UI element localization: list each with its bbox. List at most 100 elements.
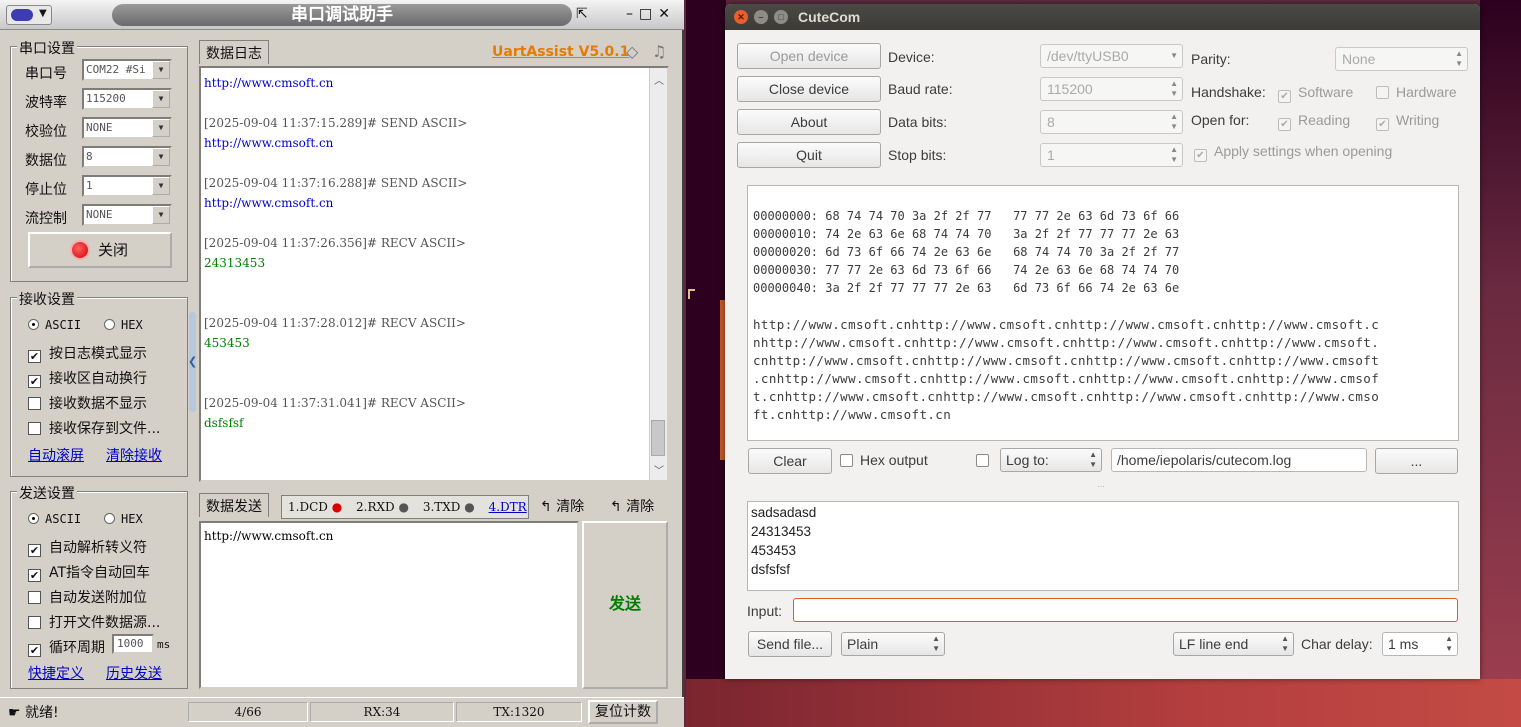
send-file-source-checkbox[interactable]: 打开文件数据源...	[28, 612, 160, 632]
dtr-toggle[interactable]: 4.DTR	[489, 500, 527, 514]
log-line: [2025-09-04 11:37:26.356]# RECV ASCII>	[204, 236, 466, 250]
flow-select[interactable]: NONE ▼	[82, 204, 172, 226]
loop-send-checkbox[interactable]: ✔ 循环周期	[28, 637, 105, 657]
history-area[interactable]: sadsadasd 24313453 453453 dsfsfsf	[747, 501, 1459, 591]
history-line[interactable]: sadsadasd	[751, 505, 816, 520]
send-append-checkbox[interactable]: 自动发送附加位	[28, 587, 147, 607]
recv-hide-data-checkbox[interactable]: 接收数据不显示	[28, 393, 147, 413]
tab-data-send[interactable]: 数据发送	[199, 493, 269, 517]
maximize-icon[interactable]: □	[639, 6, 658, 22]
system-menu-button[interactable]: ▼	[6, 5, 52, 25]
send-text-area[interactable]: http://www.cmsoft.cn	[199, 521, 579, 689]
rxd-indicator: 2.RXD ●	[356, 500, 409, 514]
send-escape-checkbox[interactable]: ✔ 自动解析转义符	[28, 537, 147, 557]
input-field[interactable]	[793, 598, 1458, 622]
flow-value: NONE	[86, 208, 113, 221]
apply-settings-checkbox[interactable]: ✔ Apply settings when opening	[1194, 143, 1392, 162]
mode-select[interactable]: Plain ▲ ▼	[841, 632, 945, 656]
history-line[interactable]: 453453	[751, 543, 796, 558]
minimize-icon[interactable]: –	[626, 6, 639, 22]
baud-select[interactable]: 115200 ▲ ▼	[1040, 77, 1183, 101]
splitter-grip-icon[interactable]: ⋯	[1097, 482, 1105, 491]
send-at-cr-checkbox[interactable]: ✔ AT指令自动回车	[28, 562, 150, 582]
recv-hex-radio[interactable]: HEX	[104, 318, 143, 332]
log-enable-checkbox[interactable]	[976, 452, 996, 468]
tab-data-log[interactable]: 数据日志	[199, 40, 269, 64]
open-device-button[interactable]: Open device	[737, 43, 881, 69]
log-line: [2025-09-04 11:37:16.288]# SEND ASCII>	[204, 176, 468, 190]
send-file-button[interactable]: Send file...	[748, 631, 832, 657]
history-link[interactable]: 历史发送	[106, 663, 162, 683]
stopbits-select[interactable]: 1 ▲ ▼	[1040, 143, 1183, 167]
browse-button[interactable]: ...	[1375, 448, 1458, 474]
updown-arrows-icon[interactable]: ▲ ▼	[1445, 634, 1453, 654]
chevron-left-icon[interactable]: ❮	[188, 355, 197, 368]
hardware-checkbox[interactable]: Hardware	[1376, 84, 1457, 100]
close-device-button[interactable]: Close device	[737, 76, 881, 102]
clear-recv-link[interactable]: 清除接收	[106, 445, 162, 465]
diamond-icon[interactable]: ◇	[626, 42, 638, 61]
bell-icon[interactable]: ♫	[652, 42, 666, 61]
history-line[interactable]: 24313453	[751, 524, 811, 539]
recv-save-file-checkbox[interactable]: 接收保存到文件...	[28, 418, 160, 438]
parity-select[interactable]: None ▲ ▼	[1335, 47, 1468, 71]
databits-select[interactable]: 8 ▲ ▼	[1040, 110, 1183, 134]
radio-empty-icon	[104, 513, 115, 524]
recv-ascii-radio[interactable]: ASCII	[28, 318, 81, 332]
reading-checkbox[interactable]: ✔ Reading	[1278, 112, 1350, 131]
chevron-up-icon[interactable]: ︿	[654, 72, 664, 87]
port-settings-title: 串口设置	[17, 38, 77, 58]
close-port-button[interactable]: 关闭	[28, 232, 172, 268]
recv-option-label: 按日志模式显示	[49, 346, 147, 362]
minimize-icon[interactable]: –	[754, 10, 768, 24]
close-icon[interactable]: ✕	[734, 10, 748, 24]
port-label: 串口号	[25, 66, 67, 82]
port-select[interactable]: COM22 #Si ▼	[82, 59, 172, 81]
updown-arrows-icon: ▲ ▼	[1170, 79, 1178, 98]
checkmark-icon: ✔	[28, 644, 41, 657]
checkmark-icon: ✔	[1194, 149, 1207, 162]
log-to-select[interactable]: Log to: ▲ ▼	[1000, 448, 1102, 472]
auto-scroll-link[interactable]: 自动滚屏	[28, 445, 84, 465]
stopbits-value: 1	[1047, 147, 1055, 163]
chevron-down-icon: ▼	[152, 61, 170, 79]
writing-checkbox[interactable]: ✔ Writing	[1376, 112, 1439, 131]
log-scrollbar[interactable]: ︿ ﹀	[649, 68, 667, 480]
loop-period-input[interactable]: 1000	[112, 634, 154, 654]
reset-count-button[interactable]: 复位计数	[588, 700, 658, 724]
scroll-thumb[interactable]	[651, 420, 665, 456]
send-button[interactable]: 发送	[582, 521, 668, 689]
quit-button[interactable]: Quit	[737, 142, 881, 168]
output-area[interactable]: 00000000: 68 74 74 70 3a 2f 2f 77 77 77 …	[747, 185, 1459, 441]
brand-link[interactable]: UartAssist V5.0.1	[492, 44, 629, 60]
hex-output-checkbox[interactable]: Hex output	[840, 452, 928, 468]
device-select[interactable]: /dev/ttyUSB0 ▼	[1040, 44, 1183, 68]
send-hex-radio[interactable]: HEX	[104, 512, 143, 526]
close-icon[interactable]: ✕	[658, 6, 676, 22]
send-ascii-radio[interactable]: ASCII	[28, 512, 81, 526]
stopbits-select[interactable]: 1 ▼	[82, 175, 172, 197]
baud-select[interactable]: 115200 ▼	[82, 88, 172, 110]
checkmark-icon: ✔	[28, 375, 41, 388]
log-path-input[interactable]: /home/iepolaris/cutecom.log	[1111, 448, 1367, 472]
about-button[interactable]: About	[737, 109, 881, 135]
maximize-icon[interactable]: □	[774, 10, 788, 24]
chevron-down-icon[interactable]: ﹀	[654, 462, 664, 477]
recv-auto-wrap-checkbox[interactable]: ✔ 接收区自动换行	[28, 368, 147, 388]
clear-send-button-2[interactable]: ↰ 清除	[610, 496, 654, 516]
log-line: http://www.cmsoft.cn	[204, 196, 334, 210]
hardware-label: Hardware	[1396, 84, 1457, 100]
databits-select[interactable]: 8 ▼	[82, 146, 172, 168]
recv-log-mode-checkbox[interactable]: ✔ 按日志模式显示	[28, 343, 147, 363]
shortcut-link[interactable]: 快捷定义	[28, 663, 84, 683]
data-log-area[interactable]: http://www.cmsoft.cn [2025-09-04 11:37:1…	[199, 66, 669, 482]
pin-icon[interactable]: ⇱	[576, 6, 588, 22]
line-end-select[interactable]: LF line end ▲ ▼	[1173, 632, 1294, 656]
software-checkbox[interactable]: ✔ Software	[1278, 84, 1353, 103]
clear-button[interactable]: Clear	[748, 448, 832, 474]
clear-send-button-1[interactable]: ↰ 清除	[540, 496, 584, 516]
char-delay-spinbox[interactable]: 1 ms ▲ ▼	[1382, 632, 1458, 656]
parity-select[interactable]: NONE ▼	[82, 117, 172, 139]
char-delay-value: 1 ms	[1388, 636, 1419, 652]
history-line[interactable]: dsfsfsf	[751, 562, 790, 577]
